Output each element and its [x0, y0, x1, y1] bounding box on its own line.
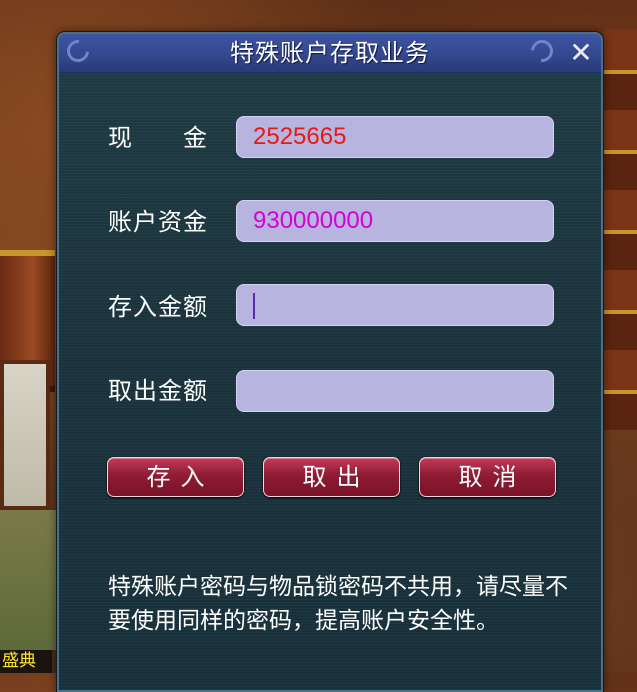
text-cursor — [253, 292, 255, 319]
deposit-amount-input[interactable] — [236, 284, 554, 326]
account-funds-label: 账户资金 — [108, 208, 208, 236]
close-icon[interactable]: ✕ — [567, 39, 595, 68]
deposit-amount-label: 存入金额 — [108, 293, 208, 321]
cash-field: 2525665 — [236, 116, 554, 158]
security-notice: 特殊账户密码与物品锁密码不共用，请尽量不要使用同样的密码，提高账户安全性。 — [108, 574, 568, 634]
dialog-titlebar[interactable]: 特殊账户存取业务 ✕ — [59, 34, 601, 73]
bank-dialog: 特殊账户存取业务 ✕ 现 金 2525665 账户资金 930000000 存入… — [57, 32, 603, 692]
background-floor — [0, 510, 58, 650]
cancel-button[interactable]: 取消 — [419, 457, 556, 497]
withdraw-button[interactable]: 取出 — [263, 457, 400, 497]
cash-label: 现 金 — [108, 124, 208, 152]
withdraw-amount-input[interactable] — [236, 370, 554, 412]
account-funds-field: 930000000 — [236, 200, 554, 242]
background-folding-screen — [0, 360, 50, 510]
background-event-label[interactable]: 盛典 — [0, 650, 52, 673]
withdraw-amount-label: 取出金额 — [108, 377, 208, 405]
deposit-button[interactable]: 存入 — [107, 457, 244, 497]
background-cabinet — [603, 30, 637, 430]
dialog-title: 特殊账户存取业务 — [230, 39, 430, 67]
